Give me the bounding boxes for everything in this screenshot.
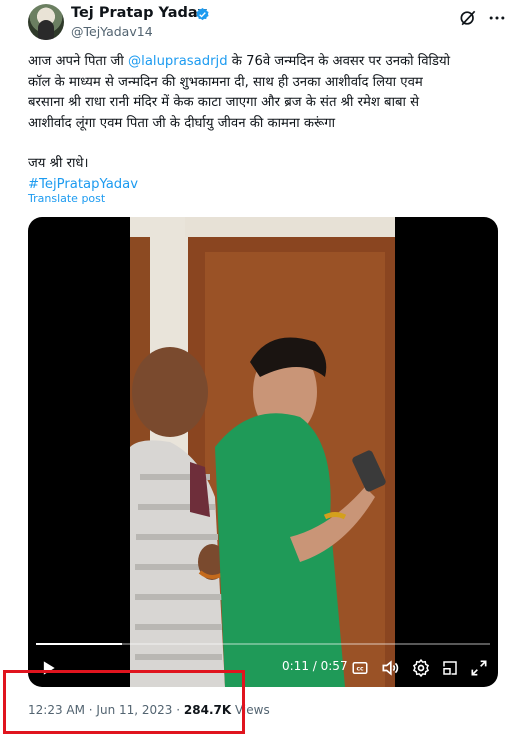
tweet-line-3: बरसाना श्री राधा रानी मंदिर में केक काटा… xyxy=(28,95,420,110)
svg-text:cc: cc xyxy=(356,666,364,673)
volume-icon[interactable] xyxy=(380,657,400,679)
verified-badge-icon xyxy=(196,7,209,21)
translate-post-link[interactable]: Translate post xyxy=(28,192,105,205)
video-progress-bar[interactable] xyxy=(36,643,490,645)
captions-icon[interactable]: cc xyxy=(351,657,369,679)
tweet-line-5: जय श्री राधे। xyxy=(28,156,89,171)
highlight-annotation-box xyxy=(3,670,245,734)
author-name[interactable]: Tej Pratap Yadav xyxy=(71,5,207,21)
avatar[interactable] xyxy=(28,4,64,40)
video-time: 0:11 / 0:57 xyxy=(282,659,348,673)
video-player[interactable]: 0:11 / 0:57 cc xyxy=(28,217,498,687)
tweet-line-2: कॉल के माध्यम से जन्मदिन की शुभकामना दी,… xyxy=(28,74,423,90)
tweet-text: आज अपने पिता जी @laluprasadrjd के 76वे ज… xyxy=(28,52,504,195)
author-handle[interactable]: @TejYadav14 xyxy=(71,24,153,39)
fullscreen-icon[interactable] xyxy=(469,657,489,679)
picture-in-picture-icon[interactable] xyxy=(441,657,459,679)
tweet-line-1: आज अपने पिता जी @laluprasadrjd के 76वे ज… xyxy=(28,54,451,69)
current-time: 0:11 xyxy=(282,659,309,673)
more-options-icon[interactable] xyxy=(486,8,508,28)
duration: 0:57 xyxy=(320,659,348,673)
mention-link[interactable]: @laluprasadrjd xyxy=(128,54,228,69)
settings-icon[interactable] xyxy=(411,657,431,679)
video-progress-fill xyxy=(36,643,123,645)
tweet-header: Tej Pratap Yadav @TejYadav14 xyxy=(28,4,512,44)
tweet-line-4: आशीर्वाद लूंगा एवम पिता जी के दीर्घायु ज… xyxy=(28,115,336,131)
grok-icon[interactable] xyxy=(458,8,478,28)
video-frame[interactable] xyxy=(130,217,395,687)
